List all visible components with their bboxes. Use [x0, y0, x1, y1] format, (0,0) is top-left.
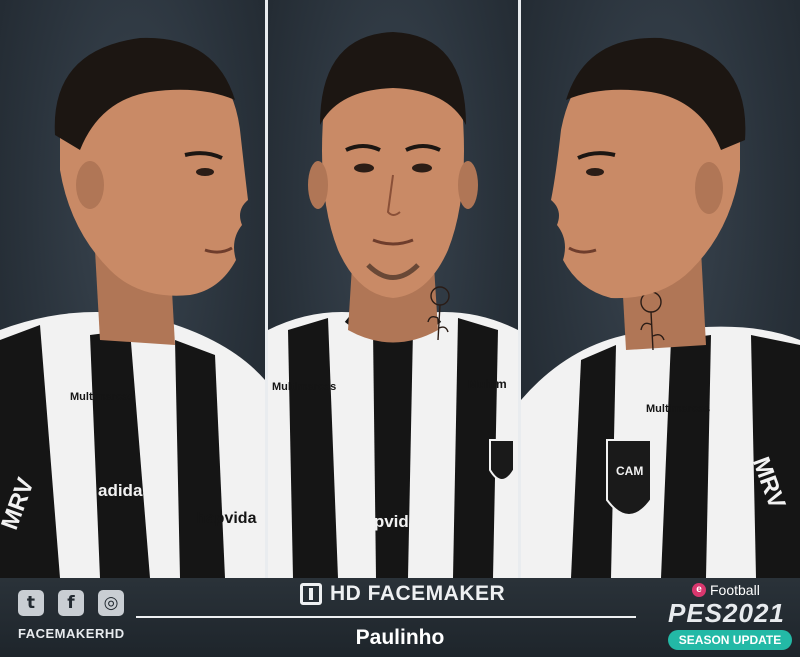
game-logo: e Football PES2021 SEASON UPDATE — [664, 582, 794, 652]
photo-center-front: Multimarcas Multim hapvida — [268, 0, 518, 578]
footer-rule — [136, 616, 636, 618]
player-front-view: Multimarcas Multim hapvida — [268, 32, 518, 578]
main-sponsor-front: hapvida — [354, 512, 419, 531]
player-right-view: Multimarcas CAM MRV — [521, 37, 800, 578]
kit-brand-text: adidas — [98, 481, 152, 500]
sponsor-text: Multimarcas — [70, 391, 134, 403]
photo-right-profile: Multimarcas CAM MRV — [521, 0, 800, 578]
efootball-e-icon: e — [692, 583, 706, 597]
brand-block: HD FACEMAKER — [300, 580, 530, 608]
player-left-view: Multimarcas adidas hapvida MRV — [0, 37, 265, 578]
player-name: Paulinho — [355, 626, 445, 649]
brand-name: HD FACEMAKER — [330, 582, 506, 605]
sponsor-text-front: Multimarcas — [272, 381, 336, 393]
hd-facemaker-logo-icon — [300, 583, 322, 605]
social-handle: FACEMAKERHD — [18, 626, 125, 641]
sponsor-text-right: Multim — [468, 377, 507, 391]
main-sponsor-text: hapvida — [196, 510, 257, 527]
efootball-logo: e Football — [692, 582, 760, 598]
sponsor-text-right-view: Multimarcas — [646, 403, 710, 415]
efootball-text: Football — [710, 582, 760, 598]
season-update-badge: SEASON UPDATE — [668, 630, 792, 650]
photo-left-profile: Multimarcas adidas hapvida MRV — [0, 0, 265, 578]
twitter-icon[interactable]: t — [18, 590, 44, 616]
club-crest-icon — [489, 439, 515, 481]
crest-text: CAM — [616, 464, 643, 478]
social-icons: t f ◎ — [18, 590, 124, 616]
instagram-icon[interactable]: ◎ — [98, 590, 124, 616]
facebook-icon[interactable]: f — [58, 590, 84, 616]
game-title: PES2021 — [668, 598, 785, 628]
